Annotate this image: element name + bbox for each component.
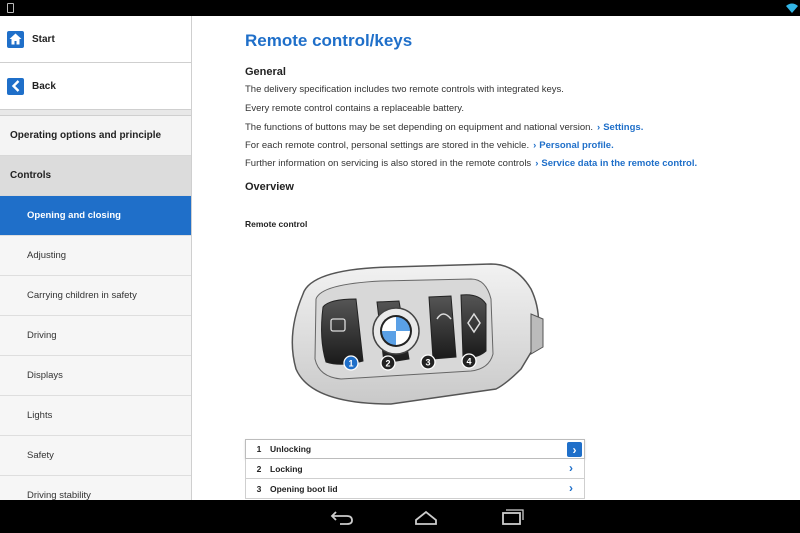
sidebar: Start Back Operating options and princip… xyxy=(0,16,192,500)
status-bar xyxy=(0,0,800,16)
service-data-link-text: Service data in the remote control. xyxy=(541,158,698,169)
personal-profile-link-text: Personal profile. xyxy=(539,140,614,151)
paragraph-servicing-text: Further information on servicing is also… xyxy=(245,158,532,169)
app-window: Start Back Operating options and princip… xyxy=(0,16,800,500)
paragraph-battery: Every remote control contains a replacea… xyxy=(245,103,464,114)
content-pane: Remote control/keys General The delivery… xyxy=(193,16,800,500)
back-button[interactable]: Back xyxy=(0,63,191,110)
svg-text:4: 4 xyxy=(466,357,471,367)
personal-profile-link[interactable]: › Personal profile. xyxy=(533,140,614,151)
list-item[interactable]: 1 Unlocking › xyxy=(245,439,585,459)
list-item-label: Opening boot lid xyxy=(270,483,338,494)
paragraph-delivery: The delivery specification includes two … xyxy=(245,84,564,95)
paragraph-personal: For each remote control, personal settin… xyxy=(245,140,614,151)
list-item-number: 2 xyxy=(256,463,262,474)
back-arrow-icon xyxy=(7,77,24,95)
callout-1: 1 xyxy=(343,355,359,371)
remote-control-illustration: 1 2 3 4 xyxy=(291,263,544,405)
list-item-number: 3 xyxy=(256,483,262,494)
chevron-right-icon: › xyxy=(533,140,537,151)
chevron-right-icon: › xyxy=(569,461,573,475)
svg-text:2: 2 xyxy=(385,359,390,369)
sidebar-item-driving[interactable]: Driving xyxy=(0,316,191,356)
function-list: 1 Unlocking › 2 Locking › 3 Opening boot… xyxy=(245,439,585,499)
chevron-right-icon: › xyxy=(535,158,539,169)
android-recents-icon[interactable] xyxy=(499,508,525,526)
sidebar-item-driving-stability[interactable]: Driving stability xyxy=(0,476,191,500)
sidebar-section-operating-options[interactable]: Operating options and principle xyxy=(0,116,191,156)
home-icon xyxy=(7,30,24,48)
chevron-right-icon: › xyxy=(569,481,573,495)
chevron-right-icon: › xyxy=(567,442,582,457)
sidebar-item-carrying-children[interactable]: Carrying children in safety xyxy=(0,276,191,316)
chevron-right-icon: › xyxy=(597,122,601,133)
start-button[interactable]: Start xyxy=(0,16,191,63)
list-item[interactable]: 2 Locking › xyxy=(245,459,585,479)
list-item[interactable]: 3 Opening boot lid › xyxy=(245,479,585,499)
settings-link-text: Settings. xyxy=(603,122,644,133)
figure-caption: Remote control xyxy=(245,219,308,229)
start-label: Start xyxy=(32,33,55,45)
sidebar-section-controls[interactable]: Controls xyxy=(0,156,191,196)
sidebar-item-opening-and-closing[interactable]: Opening and closing xyxy=(0,196,191,236)
sidebar-item-lights[interactable]: Lights xyxy=(0,396,191,436)
general-heading: General xyxy=(245,66,286,78)
paragraph-functions-text: The functions of buttons may be set depe… xyxy=(245,122,594,133)
back-label: Back xyxy=(32,80,56,92)
sidebar-item-displays[interactable]: Displays xyxy=(0,356,191,396)
paragraph-functions: The functions of buttons may be set depe… xyxy=(245,122,643,133)
callout-4: 4 xyxy=(461,353,477,369)
list-item-label: Locking xyxy=(270,463,303,474)
paragraph-personal-text: For each remote control, personal settin… xyxy=(245,140,530,151)
settings-link[interactable]: › Settings. xyxy=(597,122,643,133)
svg-text:1: 1 xyxy=(348,359,353,369)
sidebar-item-adjusting[interactable]: Adjusting xyxy=(0,236,191,276)
android-home-icon[interactable] xyxy=(413,508,439,526)
callout-3: 3 xyxy=(420,354,436,370)
sidebar-item-safety[interactable]: Safety xyxy=(0,436,191,476)
list-item-number: 1 xyxy=(256,444,262,454)
callout-2: 2 xyxy=(380,355,396,371)
svg-text:3: 3 xyxy=(425,358,430,368)
list-item-label: Unlocking xyxy=(270,444,312,454)
phone-icon xyxy=(7,3,14,13)
system-nav-bar xyxy=(0,500,800,533)
wifi-icon xyxy=(786,3,798,13)
paragraph-servicing: Further information on servicing is also… xyxy=(245,158,697,169)
android-back-icon[interactable] xyxy=(329,508,355,526)
page-title: Remote control/keys xyxy=(245,31,413,50)
service-data-link[interactable]: › Service data in the remote control. xyxy=(535,158,697,169)
overview-heading: Overview xyxy=(245,181,294,193)
